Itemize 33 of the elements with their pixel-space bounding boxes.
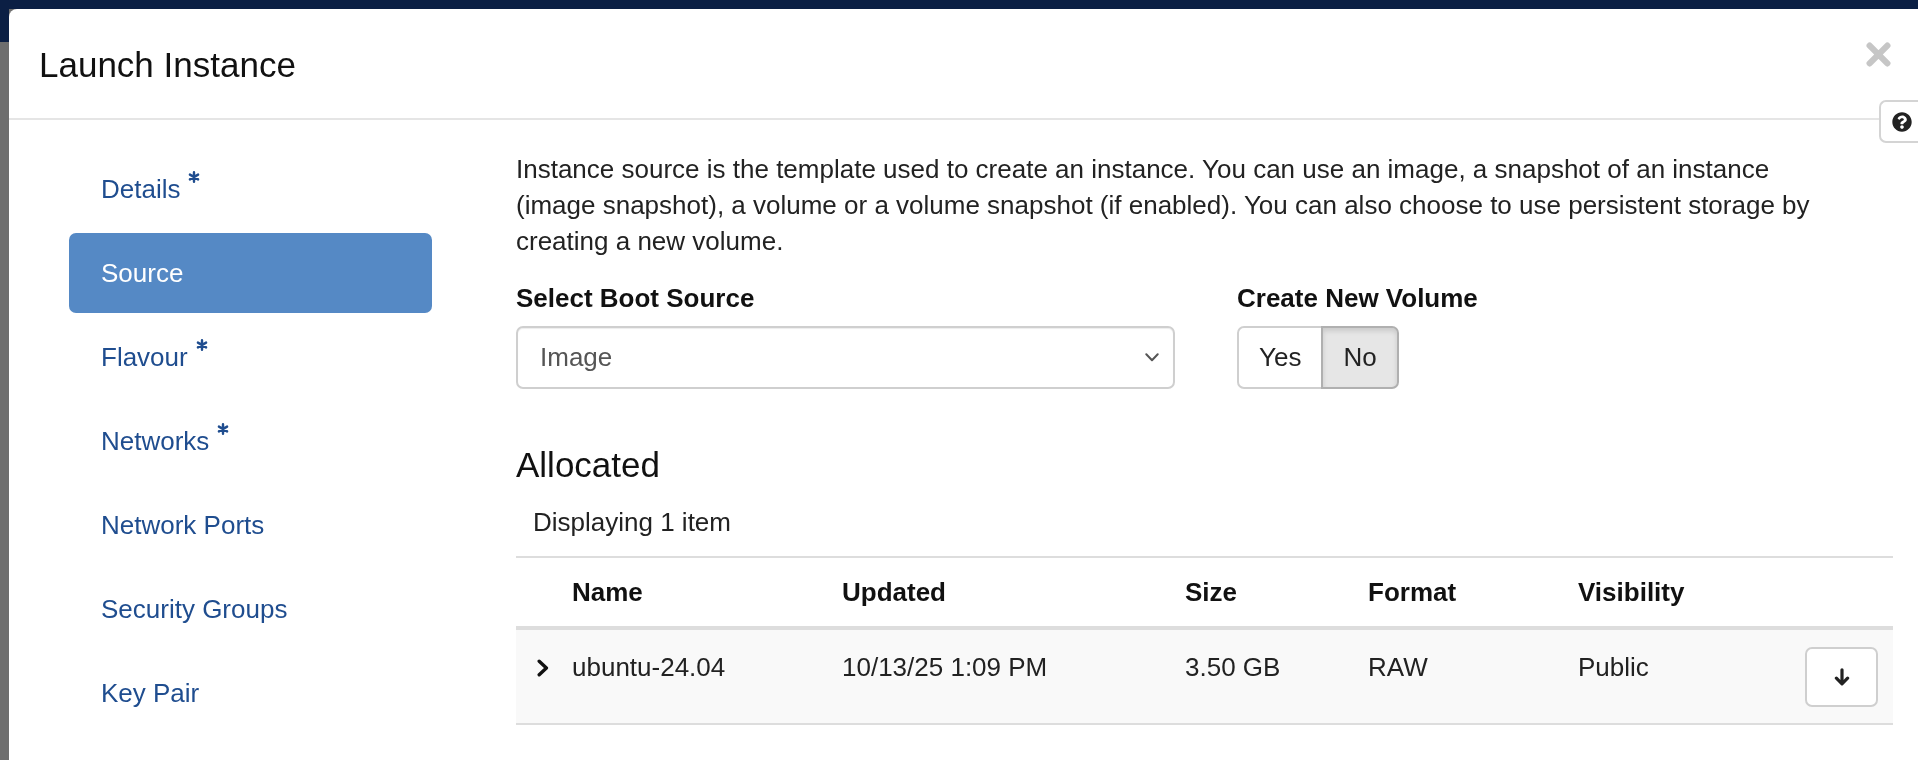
field-label: Select Boot Source bbox=[516, 282, 756, 315]
arrow-down-icon bbox=[1833, 668, 1850, 686]
sidebar-item[interactable]: Key Pair bbox=[69, 653, 432, 733]
item-count-text: Displaying 1 item bbox=[532, 506, 732, 539]
table-cell-text: RAW bbox=[1368, 651, 1428, 684]
chevron-down-icon bbox=[1145, 353, 1159, 362]
sidebar-item[interactable]: Flavour bbox=[69, 317, 432, 397]
column-header: Format bbox=[1368, 576, 1457, 609]
column-header: Visibility bbox=[1578, 576, 1685, 609]
column-header: Updated bbox=[842, 576, 946, 609]
table-cell-text: 10/13/25 1:09 PM bbox=[842, 651, 1048, 684]
chevron-right-icon[interactable] bbox=[537, 659, 549, 677]
field-label: Create New Volume bbox=[1237, 282, 1478, 315]
help-icon bbox=[1892, 111, 1912, 132]
column-header: Name bbox=[572, 576, 643, 609]
sidebar-item[interactable]: Security Groups bbox=[69, 569, 432, 649]
toggle-option[interactable]: Yes bbox=[1237, 326, 1324, 389]
help-button[interactable] bbox=[1879, 100, 1918, 143]
close-icon bbox=[1866, 42, 1891, 67]
toggle-option[interactable]: No bbox=[1321, 326, 1399, 389]
description-text: Instance source is the template used to create an instance. You can use an image, a snapshot of an instance (image snapshot), a volume or a volume snapshot (if enabled). You can also choose to use persistent storage by creating a new volume. bbox=[516, 153, 1811, 258]
sidebar-item[interactable]: Networks bbox=[69, 401, 432, 481]
column-header: Size bbox=[1185, 576, 1238, 609]
table-cell-text: Public bbox=[1578, 651, 1649, 684]
sidebar-item[interactable]: Network Ports bbox=[69, 485, 432, 565]
table-cell-text: ubuntu-24.04 bbox=[572, 651, 726, 684]
dialog-title: Launch Instance bbox=[39, 44, 296, 85]
boot-source-select[interactable]: Image bbox=[516, 326, 1175, 389]
download-button[interactable] bbox=[1805, 647, 1878, 707]
table-cell-text: 3.50 GB bbox=[1185, 651, 1281, 684]
sidebar-item[interactable]: Source bbox=[69, 233, 432, 313]
sidebar-item[interactable]: Details bbox=[69, 149, 432, 229]
section-heading: Allocated bbox=[516, 445, 661, 485]
